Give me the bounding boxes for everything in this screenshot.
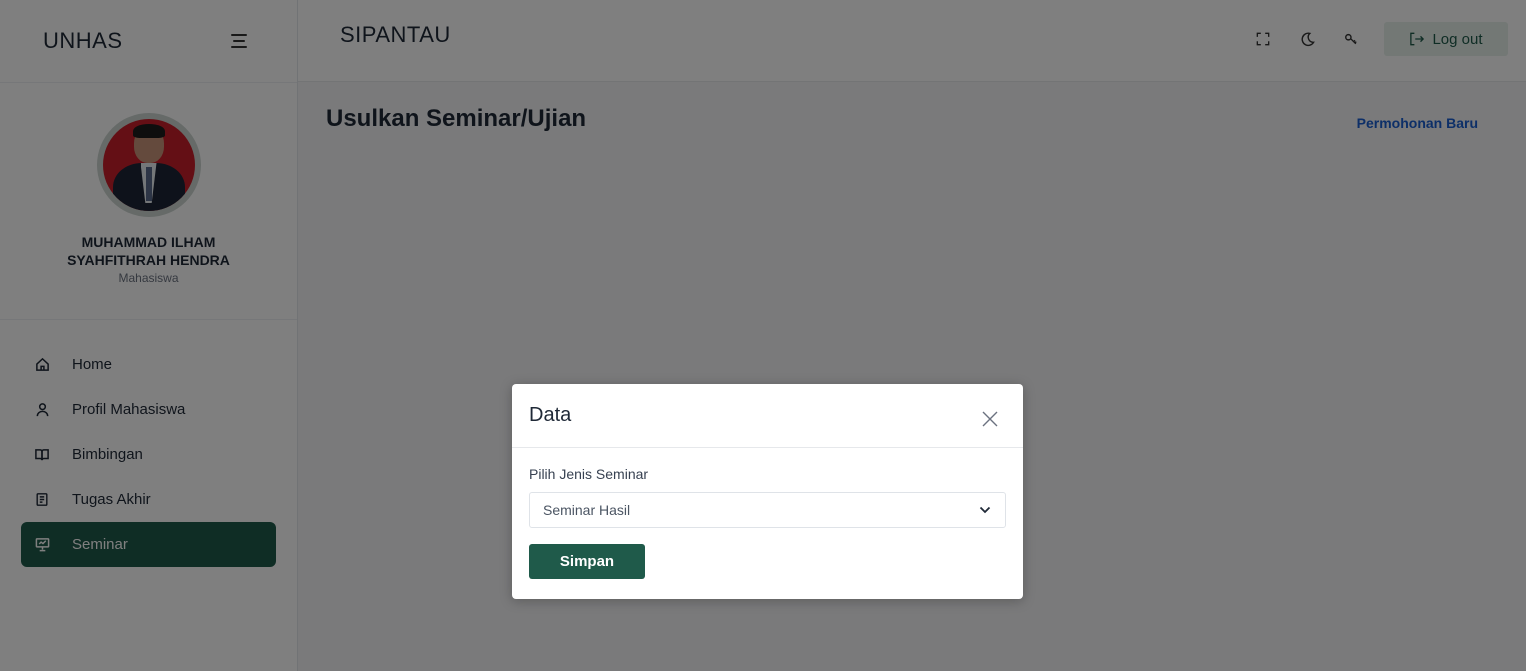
data-modal: Data Pilih Jenis Seminar Seminar Hasil S… (512, 384, 1023, 599)
close-icon[interactable] (981, 410, 999, 428)
modal-header: Data (512, 384, 1023, 448)
seminar-type-select[interactable]: Seminar Hasil (529, 492, 1006, 528)
modal-body: Pilih Jenis Seminar Seminar Hasil Simpan (512, 448, 1023, 579)
save-button[interactable]: Simpan (529, 544, 645, 579)
chevron-down-icon (979, 506, 991, 514)
modal-title: Data (529, 404, 572, 426)
seminar-type-value: Seminar Hasil (543, 502, 631, 518)
seminar-type-label: Pilih Jenis Seminar (529, 466, 649, 482)
